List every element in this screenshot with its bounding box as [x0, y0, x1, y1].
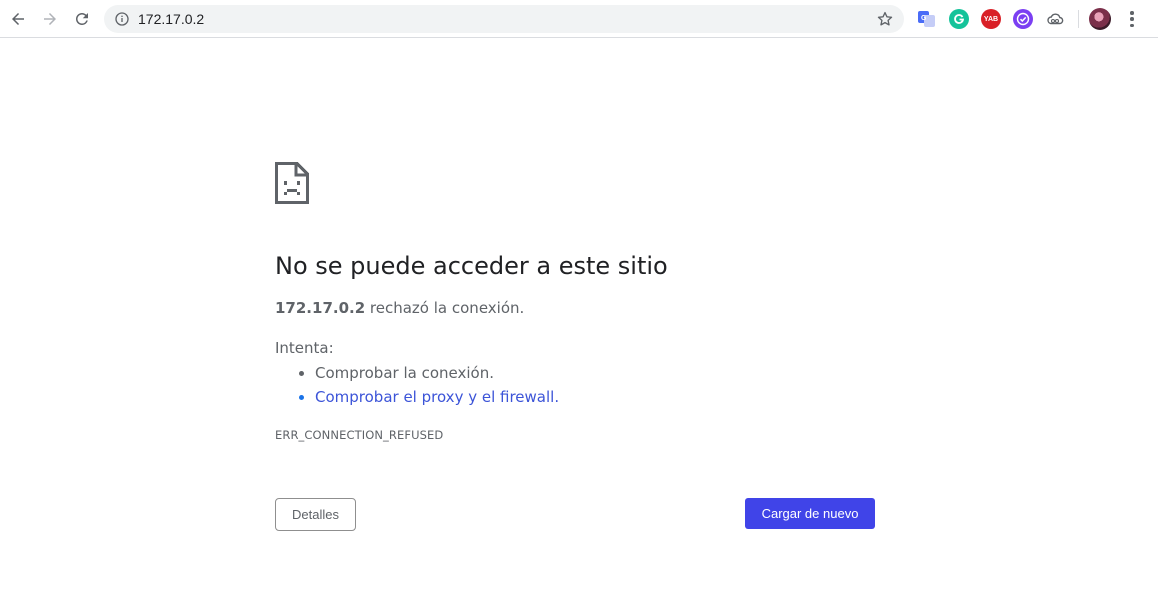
suggestion-check-proxy-firewall[interactable]: Comprobar el proxy y el firewall.	[315, 385, 559, 409]
checkmark-extension-icon[interactable]	[1013, 9, 1033, 29]
bookmark-star-icon[interactable]	[876, 10, 894, 28]
suggestions-heading: Intenta:	[275, 339, 334, 357]
suggestion-check-connection: Comprobar la conexión.	[315, 361, 559, 385]
forward-button[interactable]	[37, 6, 63, 32]
suggestions-list: Comprobar la conexión. Comprobar el prox…	[275, 361, 559, 409]
toolbar-divider	[1078, 10, 1079, 28]
details-button[interactable]: Detalles	[275, 498, 356, 531]
browser-toolbar: 172.17.0.2 G YAB	[0, 0, 1158, 38]
address-bar[interactable]: 172.17.0.2	[104, 5, 904, 33]
reload-icon	[76, 12, 88, 25]
error-code: ERR_CONNECTION_REFUSED	[275, 428, 444, 442]
check-icon	[1016, 12, 1030, 26]
suggestion-period: .	[554, 388, 560, 406]
svg-text:G: G	[921, 15, 927, 22]
reload-button[interactable]	[69, 6, 95, 32]
forward-arrow-icon	[44, 13, 56, 25]
error-title: No se puede acceder a este sitio	[275, 252, 668, 280]
translate-extension-icon[interactable]: G	[917, 9, 937, 29]
cloud-icon	[1047, 13, 1064, 25]
yab-extension-icon[interactable]: YAB	[981, 9, 1001, 29]
browser-menu-icon[interactable]	[1124, 10, 1140, 28]
cloud-extension-icon[interactable]	[1045, 9, 1065, 29]
profile-avatar[interactable]	[1089, 8, 1111, 30]
grammarly-g-icon	[954, 14, 965, 24]
info-icon[interactable]	[114, 11, 130, 27]
yab-label: YAB	[983, 15, 999, 23]
error-message-suffix: rechazó la conexión.	[365, 299, 525, 317]
error-message: 172.17.0.2 rechazó la conexión.	[275, 299, 524, 318]
proxy-firewall-link[interactable]: Comprobar el proxy y el firewall	[315, 388, 554, 406]
sad-page-icon	[275, 162, 309, 204]
url-text[interactable]: 172.17.0.2	[138, 11, 204, 27]
back-arrow-icon	[12, 13, 24, 25]
reload-page-button[interactable]: Cargar de nuevo	[745, 498, 875, 529]
translate-icon: G	[918, 11, 935, 27]
grammarly-extension-icon[interactable]	[949, 9, 969, 29]
error-host: 172.17.0.2	[275, 299, 366, 317]
back-button[interactable]	[5, 6, 31, 32]
